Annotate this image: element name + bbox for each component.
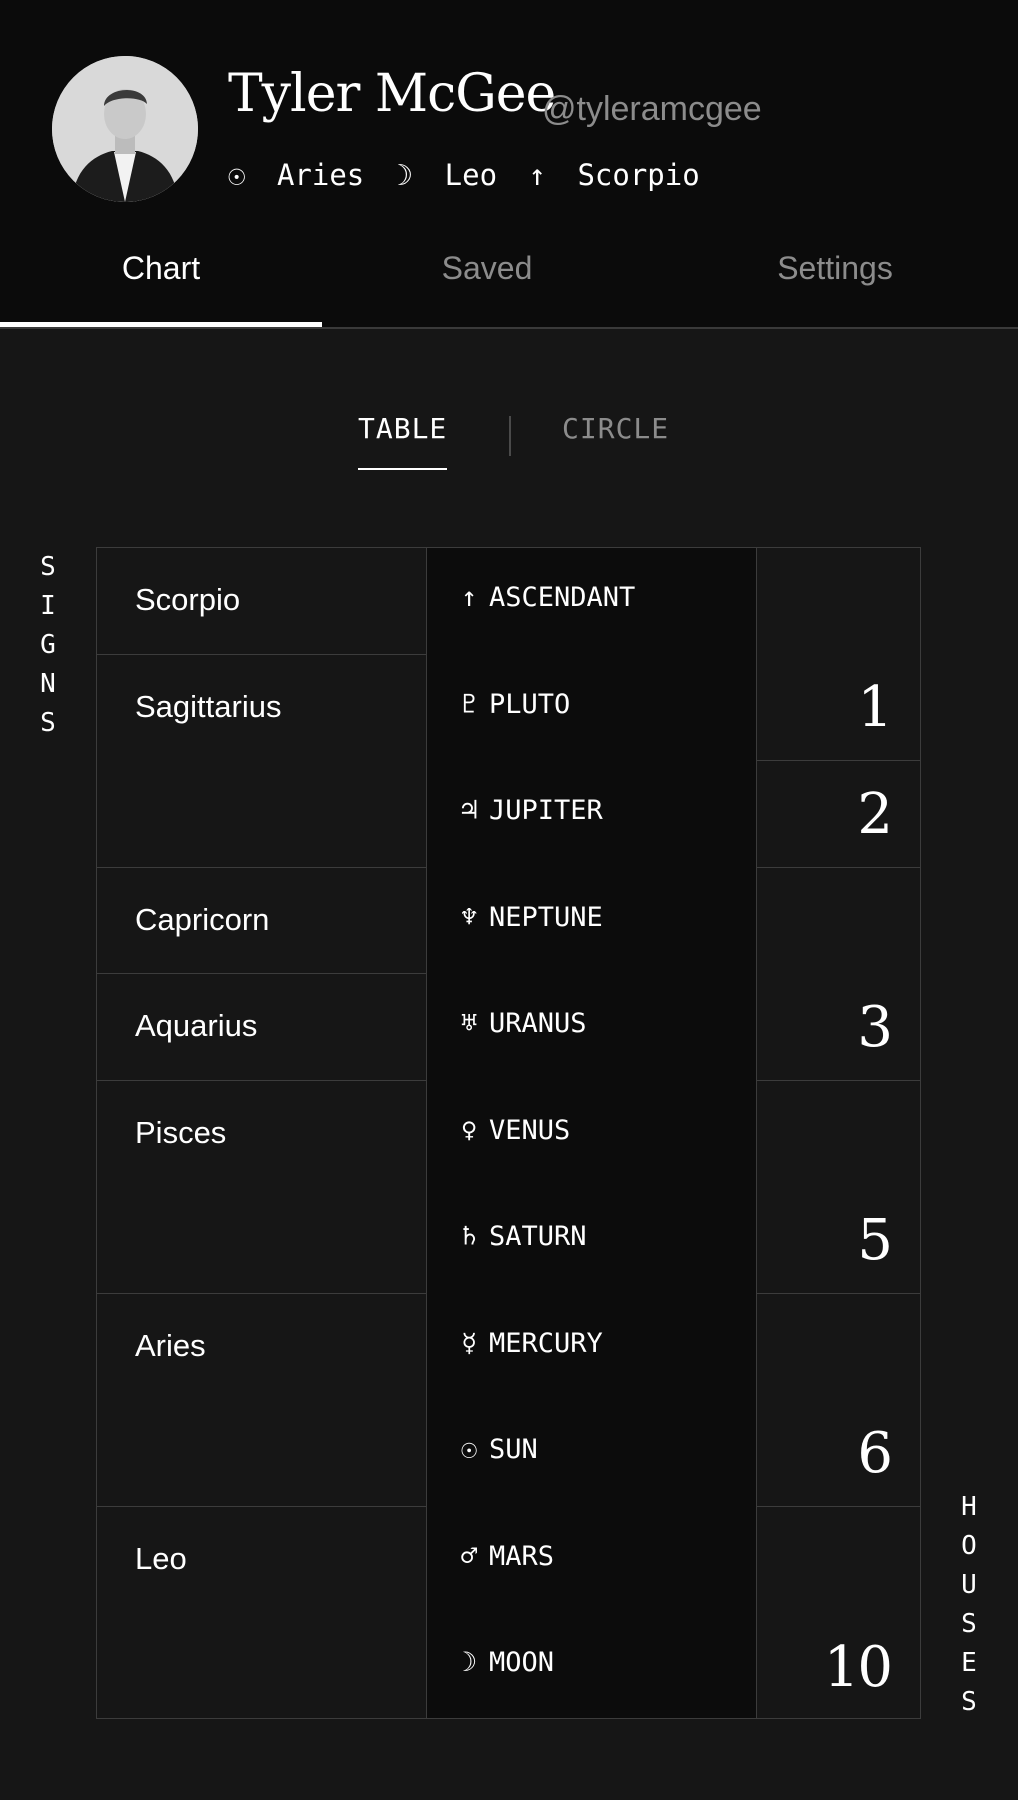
jupiter-icon: ♃ [461,795,478,826]
planet-label: SUN [489,1434,538,1465]
planet-row-mercury[interactable]: ☿ MERCURY [427,1294,756,1401]
venus-icon: ♀ [461,1114,478,1146]
house-number: 10 [823,1634,893,1700]
planet-row-jupiter[interactable]: ♃ JUPITER [427,761,756,868]
planet-row-mars[interactable]: ♂ MARS [427,1507,756,1614]
profile-header: Tyler McGee @tyleramcgee ☉ Aries ☽ Leo ↑… [0,0,1018,329]
mercury-icon: ☿ [461,1327,478,1359]
planet-label: MOON [489,1647,555,1678]
planet-label: MERCURY [489,1327,603,1359]
houses-letter: E [961,1648,977,1678]
saturn-icon: ♄ [461,1221,478,1252]
sign-cell-pisces[interactable]: Pisces [97,1081,426,1294]
planet-label: ASCENDANT [489,582,636,613]
uranus-icon: ♅ [461,1008,478,1039]
circle-view-toggle[interactable]: CIRCLE [562,412,669,462]
neptune-icon: ♆ [461,901,478,933]
house-cell-2[interactable]: 2 [757,761,921,868]
houses-column: 1 2 3 5 6 10 [757,548,921,1718]
toggle-separator [509,416,511,456]
planet-row-uranus[interactable]: ♅ URANUS [427,974,756,1081]
tab-bar: Chart Saved Settings [0,236,1018,328]
planet-label: VENUS [489,1114,571,1146]
planet-row-venus[interactable]: ♀ VENUS [427,1081,756,1188]
sign-label: Aries [135,1327,206,1363]
house-number: 1 [857,675,893,740]
house-cell-6[interactable]: 6 [757,1294,921,1507]
houses-letter: S [961,1609,977,1639]
house-number: 3 [857,994,893,1060]
big-three: ☉ Aries ☽ Leo ↑ Scorpio [228,158,700,192]
avatar[interactable] [52,56,198,202]
planet-label: PLUTO [489,688,571,720]
signs-column: Scorpio Sagittarius Capricorn Aquarius P… [97,548,427,1718]
moon-sign: Leo [444,158,498,192]
signs-letter: S [40,708,56,738]
sign-label: Sagittarius [135,688,282,724]
rising-icon: ↑ [528,158,546,192]
house-number: 5 [857,1207,893,1273]
planet-row-ascendant[interactable]: ↑ ASCENDANT [427,548,756,655]
house-number: 6 [857,1420,893,1486]
moon-icon: ☽ [395,158,414,192]
chart-table: Scorpio Sagittarius Capricorn Aquarius P… [96,547,921,1719]
sign-label: Pisces [135,1114,227,1150]
sign-cell-aries[interactable]: Aries [97,1294,426,1507]
planet-row-neptune[interactable]: ♆ NEPTUNE [427,868,756,975]
moon-icon: ☽ [461,1647,478,1678]
ascendant-icon: ↑ [461,582,478,613]
mars-icon: ♂ [461,1540,478,1572]
houses-axis-label: H O U S E S [954,1488,984,1722]
sun-sign: Aries [276,158,365,192]
house-number: 2 [857,781,893,847]
sign-cell-aquarius[interactable]: Aquarius [97,974,426,1081]
planet-label: NEPTUNE [489,901,603,933]
planet-row-pluto[interactable]: ♇ PLUTO [427,655,756,762]
profile-name: Tyler McGee [228,64,556,124]
sign-cell-sagittarius[interactable]: Sagittarius [97,655,426,868]
planet-row-sun[interactable]: ☉ SUN [427,1400,756,1507]
sign-label: Aquarius [135,1008,258,1043]
signs-letter: N [40,669,56,699]
pluto-icon: ♇ [461,688,478,720]
house-cell-10[interactable]: 10 [757,1507,921,1720]
signs-axis-label: S I G N S [33,548,63,743]
planet-label: SATURN [489,1221,587,1252]
avatar-photo [52,56,198,202]
planet-label: MARS [489,1540,555,1572]
planet-label: JUPITER [489,795,603,826]
tab-chart[interactable]: Chart [0,236,322,328]
house-cell-3[interactable]: 3 [757,868,921,1081]
sign-cell-capricorn[interactable]: Capricorn [97,868,426,974]
sign-label: Scorpio [135,582,241,617]
houses-letter: H [961,1492,977,1522]
tab-settings[interactable]: Settings [652,236,1018,328]
planet-row-moon[interactable]: ☽ MOON [427,1613,756,1720]
planet-label: URANUS [489,1008,587,1039]
houses-letter: O [961,1531,977,1561]
rising-sign: Scorpio [577,158,700,192]
sign-label: Leo [135,1540,187,1576]
tab-saved[interactable]: Saved [322,236,652,328]
sun-icon: ☉ [228,158,246,192]
signs-letter: S [40,552,56,582]
sign-cell-scorpio[interactable]: Scorpio [97,548,426,655]
signs-letter: I [40,591,56,621]
houses-letter: S [961,1687,977,1717]
profile-handle: @tyleramcgee [542,90,762,128]
signs-letter: G [40,630,56,660]
planets-column: ↑ ASCENDANT ♇ PLUTO ♃ JUPITER ♆ NEPTUNE ♅ URA… [427,548,757,1718]
house-cell-1[interactable]: 1 [757,548,921,761]
sign-cell-leo[interactable]: Leo [97,1507,426,1720]
planet-row-saturn[interactable]: ♄ SATURN [427,1187,756,1294]
houses-letter: U [961,1570,977,1600]
sign-label: Capricorn [135,901,270,937]
table-view-toggle[interactable]: TABLE [358,412,448,470]
tab-divider [0,327,1018,329]
house-cell-5[interactable]: 5 [757,1081,921,1294]
sun-icon: ☉ [461,1434,478,1465]
